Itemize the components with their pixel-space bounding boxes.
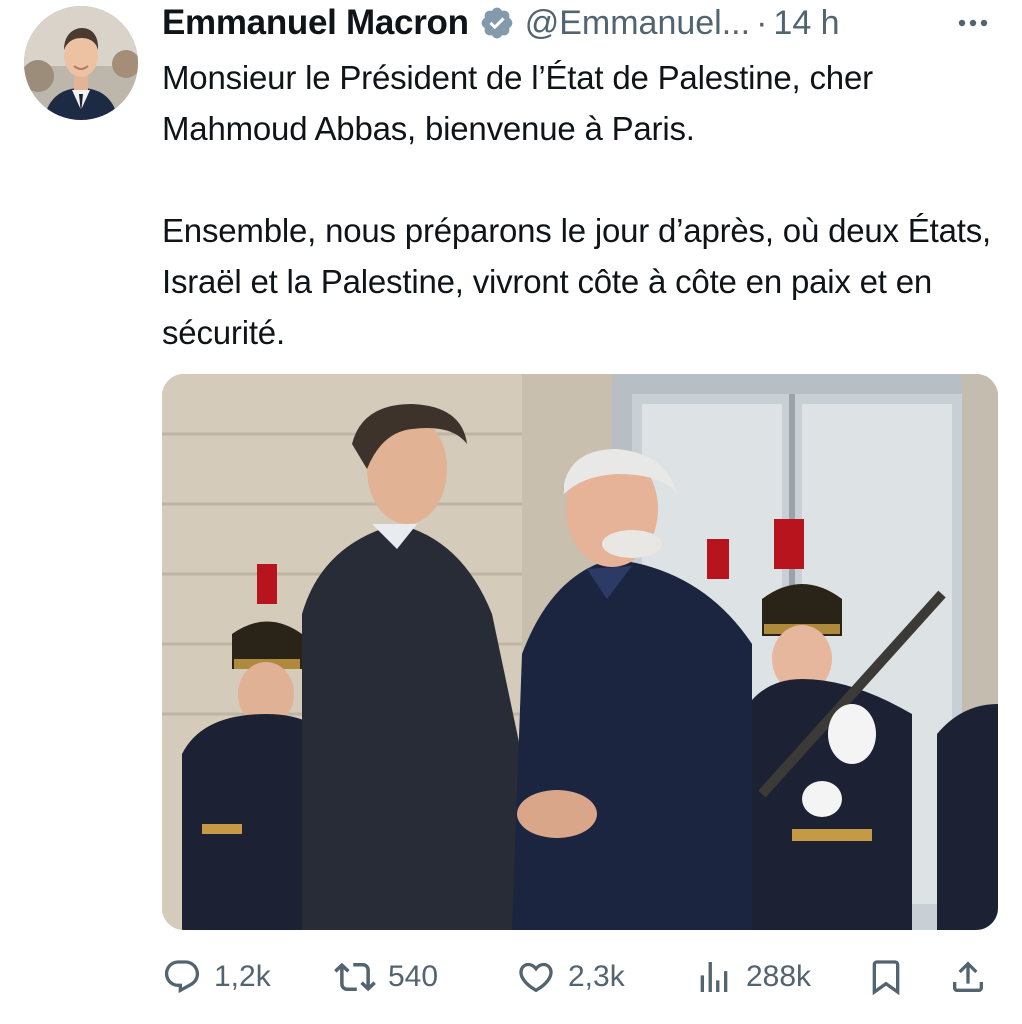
- more-icon[interactable]: [950, 0, 996, 46]
- reply-icon: [164, 960, 200, 994]
- bookmark-icon: [872, 960, 900, 996]
- avatar[interactable]: [24, 6, 138, 120]
- retweet-button[interactable]: 540: [334, 948, 438, 1006]
- heart-icon: [519, 962, 553, 993]
- tweet-timestamp[interactable]: 14 h: [773, 4, 839, 43]
- author-handle[interactable]: @Emmanuel...: [525, 4, 750, 43]
- like-count: 2,3k: [568, 960, 625, 993]
- share-icon: [953, 961, 983, 992]
- reply-count: 1,2k: [214, 960, 271, 993]
- bookmark-button[interactable]: [866, 948, 906, 1006]
- views-button[interactable]: 288k: [694, 948, 811, 1006]
- verified-badge-icon: [479, 5, 515, 41]
- retweet-count: 540: [388, 960, 439, 993]
- reply-button[interactable]: 1,2k: [162, 948, 271, 1006]
- retweet-icon: [334, 962, 376, 992]
- tweet-header: Emmanuel Macron @Emmanuel... · 14 h: [162, 0, 1002, 46]
- views-count: 288k: [746, 960, 812, 993]
- tweet-paragraph: Ensemble, nous préparons le jour d’après…: [162, 212, 991, 351]
- like-button[interactable]: 2,3k: [516, 948, 625, 1006]
- tweet-photo[interactable]: [162, 374, 998, 930]
- author-name[interactable]: Emmanuel Macron: [162, 3, 469, 43]
- separator-dot: ·: [756, 3, 768, 42]
- tweet-actions: 1,2k 540 2,3k 288k: [162, 948, 998, 1006]
- share-button[interactable]: [948, 948, 988, 1006]
- tweet-paragraph: Monsieur le Président de l’État de Pales…: [162, 59, 873, 147]
- views-icon: [700, 962, 728, 992]
- tweet-text: Monsieur le Président de l’État de Pales…: [162, 52, 1002, 358]
